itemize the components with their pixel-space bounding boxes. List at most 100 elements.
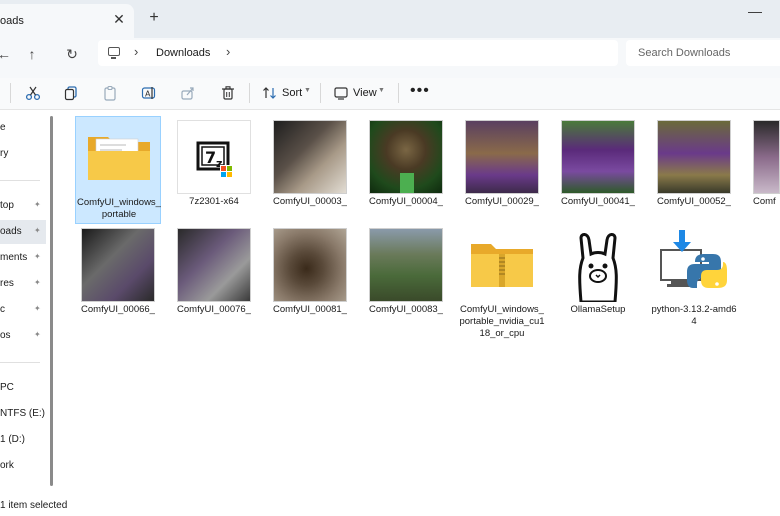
file-item-folder[interactable]: ComfyUI_windows_portable — [75, 116, 161, 224]
chevron-right-icon[interactable]: › — [134, 44, 138, 59]
image-thumbnail — [369, 120, 443, 194]
sidebar-item-label: oads — [0, 226, 22, 237]
file-item-image[interactable]: ComfyUI_00029_ — [459, 116, 545, 224]
file-item-image[interactable]: ComfyUI_00076_ — [171, 224, 257, 332]
file-item-image[interactable]: ComfyUI_00052_ — [651, 116, 737, 224]
ollama-icon — [578, 233, 618, 302]
file-item-installer[interactable]: OllamaSetup — [555, 224, 641, 332]
sidebar-item-label: c — [0, 304, 5, 315]
tab-downloads[interactable]: oads ✕ — [0, 4, 134, 38]
sidebar-item-videos[interactable]: os ✦ — [0, 324, 46, 348]
sidebar-item-label: 1 (D:) — [0, 434, 25, 445]
search-placeholder: Search Downloads — [638, 47, 731, 59]
command-bar: A Sort ▼ View ▼ ••• — [0, 78, 780, 110]
delete-icon[interactable] — [219, 84, 237, 102]
sidebar-item-network[interactable]: ork — [0, 454, 46, 478]
file-list: ComfyUI_windows_portable 7 z 7z2301-x64 … — [62, 110, 780, 496]
chevron-right-icon[interactable]: › — [226, 44, 230, 59]
toolbar-divider — [249, 83, 250, 103]
zip-folder-icon — [471, 244, 533, 287]
file-item-image[interactable]: ComfyUI_00066_ — [75, 224, 161, 332]
search-input[interactable]: Search Downloads — [626, 40, 780, 66]
chevron-down-icon[interactable]: ▼ — [304, 87, 311, 94]
sort-icon[interactable] — [261, 84, 279, 102]
tab-title: oads — [0, 15, 24, 27]
sidebar-scrollbar[interactable] — [50, 116, 53, 486]
sidebar-item-drive-d[interactable]: 1 (D:) — [0, 428, 46, 452]
file-name: ComfyUI_00052_ — [657, 196, 731, 207]
pin-icon: ✦ — [34, 226, 41, 235]
cut-icon[interactable] — [24, 84, 42, 102]
file-item-image[interactable]: ComfyUI_00081_ — [267, 224, 353, 332]
file-name: ComfyUI_windows_portable — [77, 197, 161, 220]
status-text: 1 item selected — [0, 500, 68, 511]
image-thumbnail — [753, 120, 780, 194]
address-row: ← ↑ ↻ › Downloads › Search Downloads — [0, 38, 780, 78]
sidebar-item-label: res — [0, 278, 14, 289]
sidebar-item-this-pc[interactable]: PC — [0, 376, 46, 400]
chevron-down-icon[interactable]: ▼ — [378, 87, 385, 94]
file-item-installer[interactable]: python-3.13.2-amd64 — [651, 224, 737, 332]
image-thumbnail — [657, 120, 731, 194]
pin-icon: ✦ — [34, 278, 41, 287]
breadcrumb-downloads[interactable]: Downloads — [156, 47, 210, 59]
pin-icon: ✦ — [34, 330, 41, 339]
toolbar-divider — [10, 83, 11, 103]
file-item-image[interactable]: ComfyUI_00083_ — [363, 224, 449, 332]
tab-close-button[interactable]: ✕ — [111, 10, 127, 28]
sidebar-item-downloads[interactable]: oads ✦ — [0, 220, 46, 244]
this-pc-icon[interactable] — [108, 47, 120, 59]
sidebar-item-pictures[interactable]: res ✦ — [0, 272, 46, 296]
sidebar-item-drive-e[interactable]: NTFS (E:) — [0, 402, 46, 426]
status-bar: 1 item selected — [0, 496, 780, 516]
file-item-installer[interactable]: 7 z 7z2301-x64 — [171, 116, 257, 224]
image-thumbnail — [465, 120, 539, 194]
address-bar[interactable]: › Downloads › — [98, 40, 618, 66]
file-name: OllamaSetup — [570, 304, 626, 315]
sidebar-divider — [0, 362, 40, 363]
file-name: python-3.13.2-amd64 — [651, 304, 737, 327]
svg-text:7: 7 — [205, 148, 216, 167]
rename-icon[interactable]: A — [140, 84, 158, 102]
toolbar-divider — [320, 83, 321, 103]
minimize-button[interactable]: — — [748, 4, 762, 19]
file-name: ComfyUI_00076_ — [177, 304, 251, 315]
sidebar-item-label: NTFS (E:) — [0, 408, 45, 419]
file-name: ComfyUI_00083_ — [369, 304, 443, 315]
sidebar-item-label: e — [0, 122, 6, 133]
sort-button[interactable]: Sort — [282, 87, 302, 99]
7zip-installer-icon: 7 z — [177, 120, 251, 194]
file-item-zip-folder[interactable]: ComfyUI_windows_portable_nvidia_cu118_or… — [459, 224, 545, 339]
svg-text:A: A — [145, 90, 151, 99]
sidebar-item-gallery[interactable]: ry — [0, 142, 46, 166]
view-icon[interactable] — [332, 84, 350, 102]
image-thumbnail — [81, 228, 155, 302]
sidebar-item-label: PC — [0, 382, 14, 393]
pin-icon: ✦ — [34, 252, 41, 261]
sidebar-item-home[interactable]: e — [0, 116, 46, 140]
file-item-image[interactable]: ComfyUI_00003_ — [267, 116, 353, 224]
more-options-button[interactable]: ••• — [410, 82, 430, 100]
share-icon[interactable] — [179, 84, 197, 102]
back-button[interactable]: ← — [0, 42, 16, 66]
pin-icon: ✦ — [34, 304, 41, 313]
refresh-button[interactable]: ↻ — [60, 42, 84, 66]
sidebar-item-desktop[interactable]: top ✦ — [0, 194, 46, 218]
sidebar-item-music[interactable]: c ✦ — [0, 298, 46, 322]
file-name: Comf — [753, 196, 776, 207]
image-thumbnail — [273, 228, 347, 302]
file-name: ComfyUI_00081_ — [273, 304, 347, 315]
sidebar-item-documents[interactable]: ments ✦ — [0, 246, 46, 270]
sidebar-divider — [0, 180, 40, 181]
file-item-image[interactable]: Comf — [747, 116, 780, 224]
image-thumbnail — [561, 120, 635, 194]
up-button[interactable]: ↑ — [20, 42, 44, 66]
file-item-image[interactable]: ComfyUI_00041_ — [555, 116, 641, 224]
file-item-image[interactable]: ComfyUI_00004_ — [363, 116, 449, 224]
new-tab-button[interactable]: + — [146, 9, 162, 27]
view-button[interactable]: View — [353, 87, 377, 99]
folder-icon — [88, 137, 150, 180]
paste-icon[interactable] — [101, 84, 119, 102]
copy-icon[interactable] — [62, 84, 80, 102]
python-installer-icon — [660, 230, 727, 288]
